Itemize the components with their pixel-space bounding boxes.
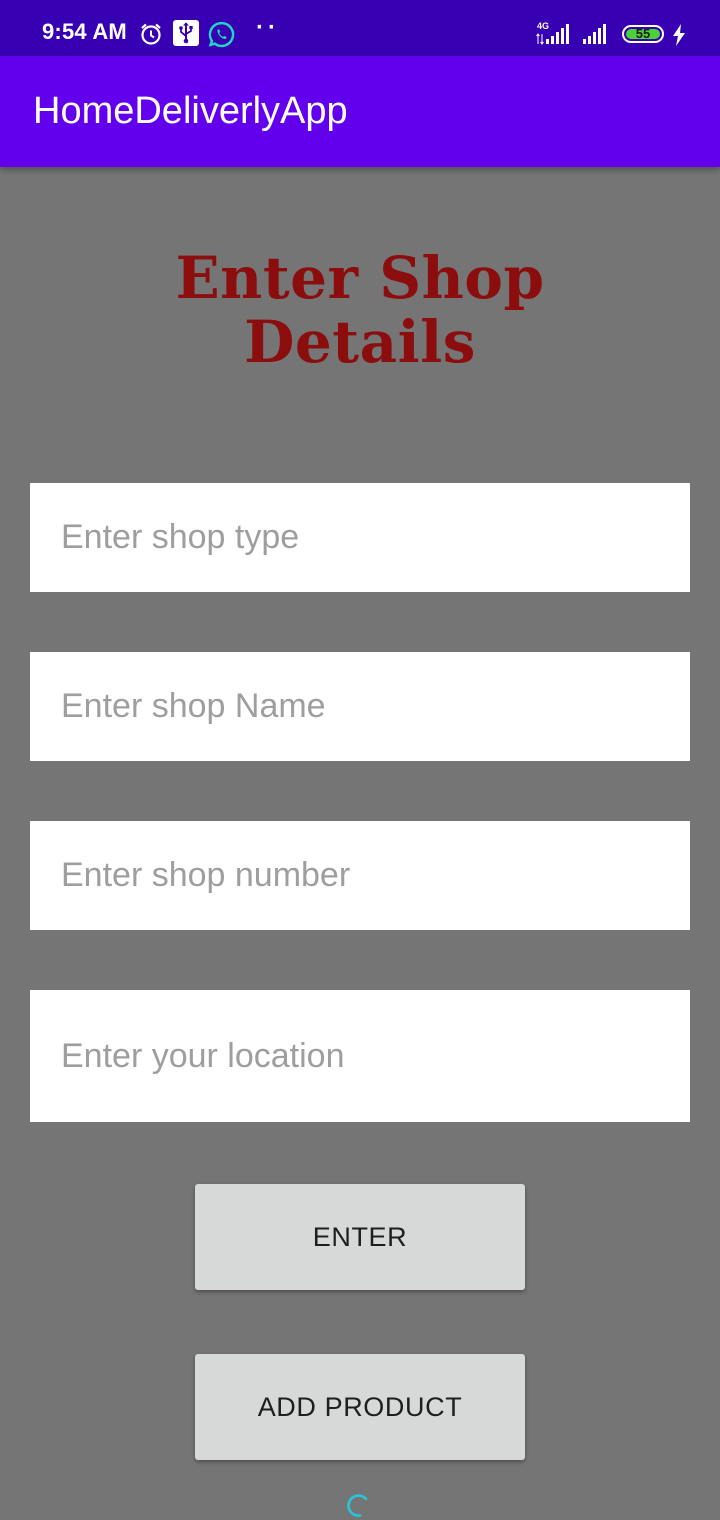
app-title: HomeDeliverlyApp (33, 90, 348, 132)
app-bar: HomeDeliverlyApp (0, 56, 720, 167)
alarm-icon (139, 22, 163, 51)
screen: 9:54 AM ·· 4G 55 HomeDeliverlyApp Enter … (0, 0, 720, 1520)
status-bar: 9:54 AM ·· 4G 55 (0, 0, 720, 56)
usb-icon (173, 20, 199, 51)
shop-name-input[interactable] (30, 652, 690, 761)
more-notifications-icon: ·· (256, 14, 280, 41)
shop-type-input[interactable] (30, 483, 690, 592)
enter-button[interactable]: ENTER (195, 1184, 525, 1290)
charging-icon (672, 24, 686, 51)
signal-4g-icon: 4G (535, 20, 573, 51)
shop-number-input[interactable] (30, 821, 690, 930)
page-title: Enter Shop Details (175, 244, 545, 376)
signal-icon (582, 20, 612, 51)
svg-text:4G: 4G (537, 21, 549, 31)
loading-spinner-icon (346, 1494, 368, 1517)
whatsapp-icon (208, 21, 235, 53)
add-product-button[interactable]: ADD PRODUCT (195, 1354, 525, 1460)
battery-level: 55 (635, 26, 651, 41)
location-input[interactable] (30, 990, 690, 1122)
battery-icon: 55 (622, 25, 664, 43)
status-time: 9:54 AM (42, 19, 127, 44)
